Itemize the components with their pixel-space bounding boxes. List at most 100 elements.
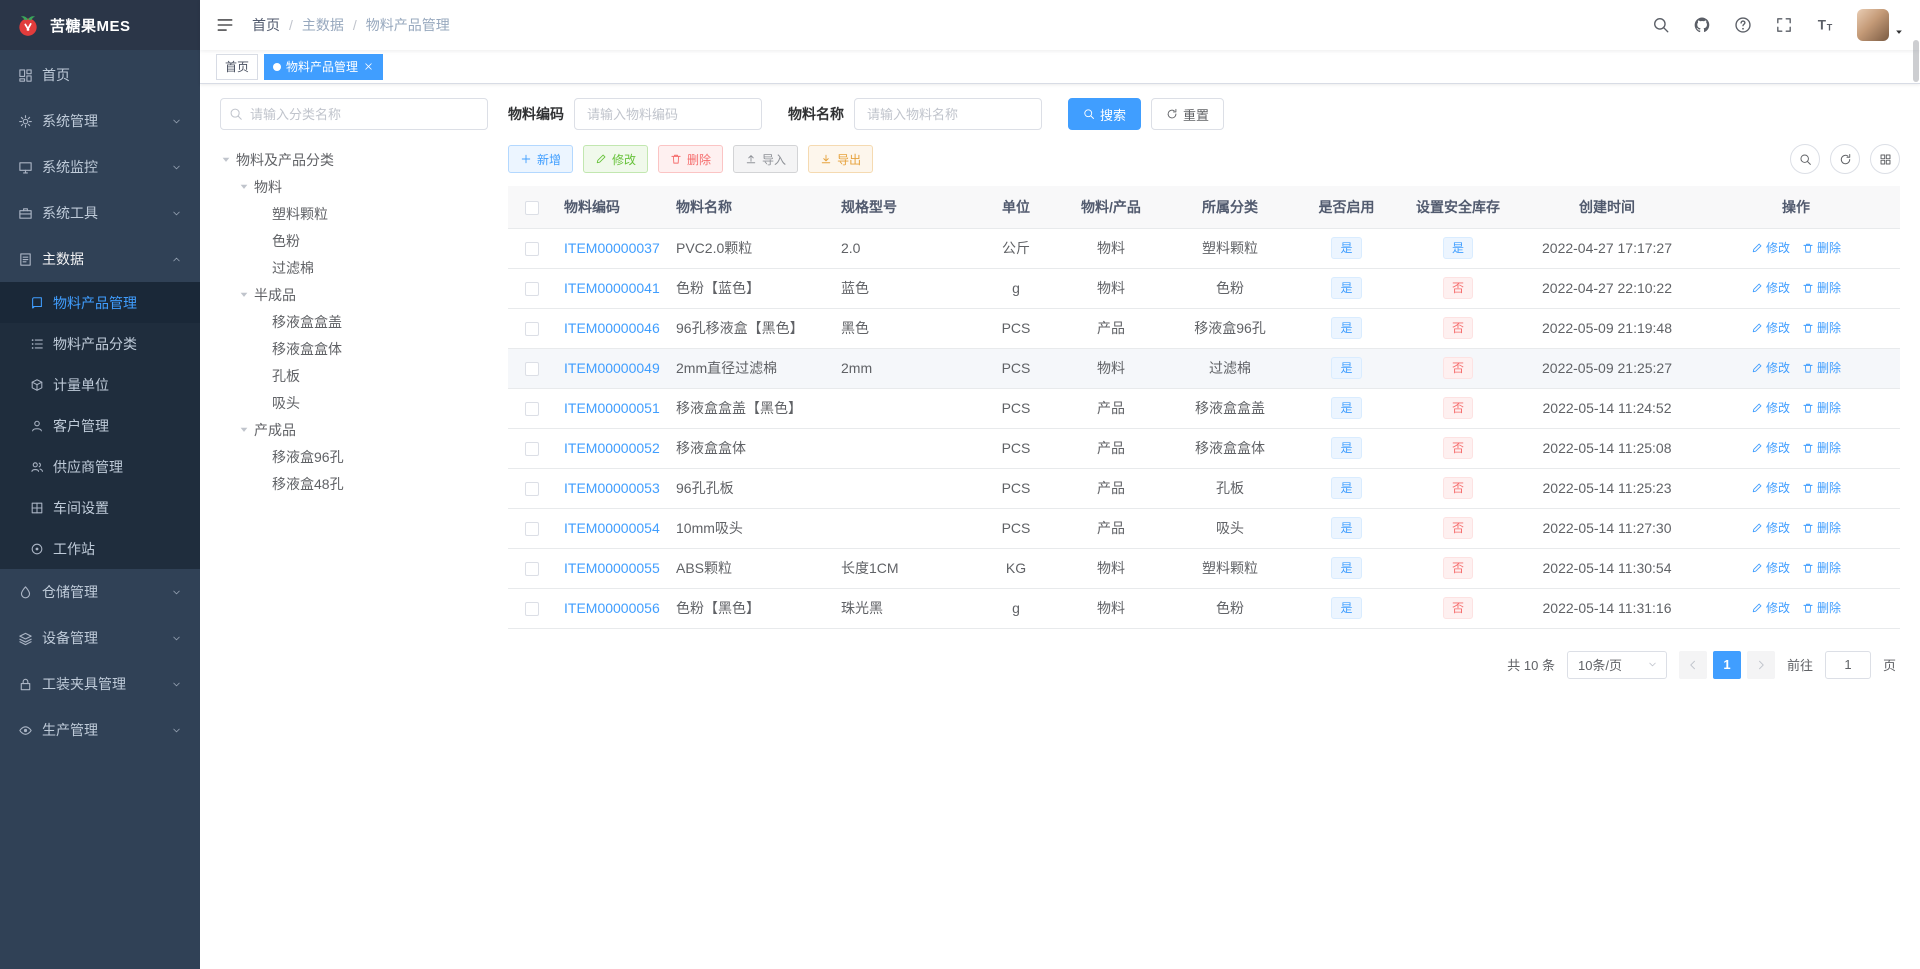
material-code-link[interactable]: ITEM00000037 <box>564 240 660 256</box>
sidebar-subitem[interactable]: 工作站 <box>0 528 200 569</box>
material-code-link[interactable]: ITEM00000056 <box>564 600 660 616</box>
material-code-link[interactable]: ITEM00000051 <box>564 400 660 416</box>
app-logo[interactable]: 苦糖果MES <box>0 0 200 50</box>
github-icon[interactable] <box>1693 16 1711 34</box>
row-checkbox[interactable] <box>525 522 539 537</box>
tree-node[interactable]: 过滤棉 <box>220 254 488 281</box>
tab-home[interactable]: 首页 <box>216 53 259 80</box>
tree-node[interactable]: 移液盒48孔 <box>220 470 488 497</box>
tab-close-icon[interactable] <box>363 61 374 72</box>
search-button[interactable]: 搜索 <box>1068 98 1142 130</box>
row-delete-link[interactable]: 删除 <box>1802 239 1841 256</box>
search-icon[interactable] <box>1652 16 1670 34</box>
row-edit-link[interactable]: 修改 <box>1751 519 1790 536</box>
row-edit-link[interactable]: 修改 <box>1751 479 1790 496</box>
edit-button[interactable]: 修改 <box>583 145 649 173</box>
tree-node[interactable]: 物料及产品分类 <box>220 146 488 173</box>
tree-node[interactable]: 移液盒96孔 <box>220 443 488 470</box>
row-delete-link[interactable]: 删除 <box>1802 439 1841 456</box>
page-size-select[interactable]: 10条/页 <box>1566 650 1667 679</box>
hamburger-icon[interactable] <box>216 16 234 34</box>
row-checkbox[interactable] <box>525 362 539 377</box>
row-delete-link[interactable]: 删除 <box>1802 599 1841 616</box>
sidebar-subitem[interactable]: 物料产品管理 <box>0 282 200 323</box>
row-checkbox[interactable] <box>525 282 539 297</box>
row-delete-link[interactable]: 删除 <box>1802 359 1841 376</box>
material-code-link[interactable]: ITEM00000055 <box>564 560 660 576</box>
row-delete-link[interactable]: 删除 <box>1802 399 1841 416</box>
select-all-checkbox[interactable] <box>525 200 539 215</box>
material-code-link[interactable]: ITEM00000049 <box>564 360 660 376</box>
sidebar-item[interactable]: 系统监控 <box>0 144 200 190</box>
sidebar-item[interactable]: 首页 <box>0 52 200 98</box>
row-edit-link[interactable]: 修改 <box>1751 239 1790 256</box>
tree-node[interactable]: 移液盒盒盖 <box>220 308 488 335</box>
sidebar-subitem[interactable]: 物料产品分类 <box>0 323 200 364</box>
page-number-button[interactable]: 1 <box>1712 650 1741 679</box>
tree-node[interactable]: 产成品 <box>220 416 488 443</box>
row-edit-link[interactable]: 修改 <box>1751 319 1790 336</box>
import-button[interactable]: 导入 <box>733 145 799 173</box>
sidebar-item[interactable]: 系统工具 <box>0 190 200 236</box>
question-icon[interactable] <box>1734 16 1752 34</box>
goto-page-input[interactable] <box>1824 650 1871 679</box>
add-button[interactable]: 新增 <box>508 145 574 173</box>
reset-button[interactable]: 重置 <box>1151 98 1225 130</box>
tree-node[interactable]: 塑料颗粒 <box>220 200 488 227</box>
scrollbar[interactable] <box>1913 40 1919 82</box>
row-checkbox[interactable] <box>525 482 539 497</box>
material-code-link[interactable]: ITEM00000041 <box>564 280 660 296</box>
tree-node[interactable]: 色粉 <box>220 227 488 254</box>
row-edit-link[interactable]: 修改 <box>1751 599 1790 616</box>
row-delete-link[interactable]: 删除 <box>1802 319 1841 336</box>
sidebar-item[interactable]: 主数据 <box>0 236 200 282</box>
sidebar-subitem[interactable]: 客户管理 <box>0 405 200 446</box>
tree-node[interactable]: 半成品 <box>220 281 488 308</box>
refresh-table-button[interactable] <box>1830 144 1860 174</box>
row-delete-link[interactable]: 删除 <box>1802 279 1841 296</box>
row-delete-link[interactable]: 删除 <box>1802 559 1841 576</box>
prev-page-button[interactable] <box>1678 650 1707 679</box>
sidebar-item[interactable]: 工装夹具管理 <box>0 661 200 707</box>
row-checkbox[interactable] <box>525 402 539 417</box>
row-edit-link[interactable]: 修改 <box>1751 439 1790 456</box>
row-edit-link[interactable]: 修改 <box>1751 559 1790 576</box>
material-name-input[interactable] <box>854 98 1042 130</box>
sidebar-item[interactable]: 仓储管理 <box>0 569 200 615</box>
material-code-link[interactable]: ITEM00000053 <box>564 480 660 496</box>
row-delete-link[interactable]: 删除 <box>1802 519 1841 536</box>
column-settings-button[interactable] <box>1870 144 1900 174</box>
sidebar-item[interactable]: 设备管理 <box>0 615 200 661</box>
next-page-button[interactable] <box>1746 650 1775 679</box>
sidebar-subitem[interactable]: 供应商管理 <box>0 446 200 487</box>
row-checkbox[interactable] <box>525 602 539 617</box>
material-code-link[interactable]: ITEM00000052 <box>564 440 660 456</box>
row-checkbox[interactable] <box>525 442 539 457</box>
sidebar-item[interactable]: 系统管理 <box>0 98 200 144</box>
material-code-link[interactable]: ITEM00000054 <box>564 520 660 536</box>
sidebar-subitem[interactable]: 车间设置 <box>0 487 200 528</box>
row-edit-link[interactable]: 修改 <box>1751 359 1790 376</box>
material-code-link[interactable]: ITEM00000046 <box>564 320 660 336</box>
category-search-input[interactable] <box>220 98 488 130</box>
row-delete-link[interactable]: 删除 <box>1802 479 1841 496</box>
avatar[interactable] <box>1857 9 1889 41</box>
tree-node[interactable]: 孔板 <box>220 362 488 389</box>
breadcrumb-home[interactable]: 首页 <box>252 15 280 35</box>
delete-button[interactable]: 删除 <box>658 145 724 173</box>
row-checkbox[interactable] <box>525 242 539 257</box>
toggle-search-button[interactable] <box>1790 144 1820 174</box>
row-edit-link[interactable]: 修改 <box>1751 399 1790 416</box>
font-size-icon[interactable]: TT <box>1816 16 1834 34</box>
row-checkbox[interactable] <box>525 322 539 337</box>
breadcrumb-master-data[interactable]: 主数据 <box>302 15 344 35</box>
material-code-input[interactable] <box>574 98 762 130</box>
tree-node[interactable]: 吸头 <box>220 389 488 416</box>
export-button[interactable]: 导出 <box>808 145 874 173</box>
tree-node[interactable]: 物料 <box>220 173 488 200</box>
sidebar-item[interactable]: 生产管理 <box>0 707 200 753</box>
fullscreen-icon[interactable] <box>1775 16 1793 34</box>
tab-material-management[interactable]: 物料产品管理 <box>264 53 384 80</box>
sidebar-subitem[interactable]: 计量单位 <box>0 364 200 405</box>
row-edit-link[interactable]: 修改 <box>1751 279 1790 296</box>
